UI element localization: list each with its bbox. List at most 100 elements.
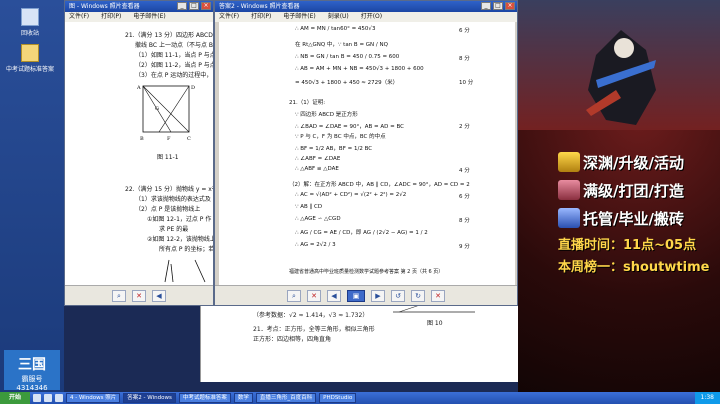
previous-icon[interactable]: ◀ [152, 289, 166, 302]
next-icon[interactable]: ▶ [371, 289, 385, 302]
live-time-text: 直播时间：11点~05点 [558, 238, 697, 253]
promo-line-text: 托管/毕业/搬砖 [583, 209, 684, 228]
desktop-icon-label: 回收站 [20, 30, 39, 37]
question-21-note: 21．考点：正方形，全等三角形，相似三角形 [253, 326, 375, 333]
answer-line: （2）解：在正方形 ABCD 中，AB ∥ CD，∠ADC = 90°，AD =… [289, 182, 470, 188]
airship-icon [558, 180, 580, 200]
promo-lines: 深渊/升级/活动 满级/打团/打造 托管/毕业/搬砖 [558, 148, 720, 232]
close-icon[interactable]: × [505, 2, 515, 10]
window-title: 图 - Windows 照片查看器 [69, 3, 140, 10]
answer-line: ∴ AM = MN / tan60° = 450√3 [295, 26, 376, 32]
maximize-icon[interactable]: □ [189, 2, 199, 10]
logo-title: 三国 [18, 357, 46, 373]
promo-line-text: 深渊/升级/活动 [583, 153, 684, 172]
menu-print[interactable]: 打印(P) [101, 13, 121, 20]
character-artwork [586, 30, 656, 125]
answer-line: ∵ 四边形 ABCD 是正方形 [295, 112, 358, 118]
page-footer: 福建省普通高中毕业班质量检测数学试题参考答案 第 2 页（共 6 页） [289, 269, 444, 275]
answer-line: ∴ △ABF ≌ △DAE [295, 166, 339, 172]
delete-icon[interactable]: ✕ [307, 289, 321, 302]
background-document: （参考数据：√2 ≈ 1.414，√3 ≈ 1.732） 21．考点：正方形，全… [200, 300, 518, 382]
answer-line: 21.（1）证明: [289, 100, 326, 106]
taskbar-item[interactable]: 4 - Windows 照片 [66, 393, 121, 403]
taskbar-item[interactable]: PHDStudio [319, 393, 357, 403]
photo-viewer-window-right[interactable]: 答案2 - Windows 照片查看器 _ □ × 文件(F) 打印(P) 电子… [214, 0, 518, 306]
promo-line: 深渊/升级/活动 [558, 148, 720, 176]
menu-open[interactable]: 打开(O) [361, 13, 382, 20]
point-label-g: G [155, 106, 159, 112]
delete-icon[interactable]: ✕ [431, 289, 445, 302]
figure-12-drawing [164, 259, 206, 283]
answer-line: = 450√3 + 1800 + 450 ≈ 2729（米） [295, 80, 399, 86]
answer-score: 9 分 [459, 244, 470, 250]
start-button[interactable]: 开始 [0, 392, 30, 404]
answer-score: 8 分 [459, 56, 470, 62]
taskbar: 开始 4 - Windows 照片 答案2 - Windows 中考试题标准答案… [0, 392, 720, 404]
desktop-icon-recycle-bin[interactable]: 回收站 [6, 8, 54, 37]
q21-line: 21.（满分 13 分）四边形 ABCD 是正 [125, 32, 213, 39]
maximize-icon[interactable]: □ [493, 2, 503, 10]
reference-data-line: （参考数据：√2 ≈ 1.414，√3 ≈ 1.732） [253, 312, 369, 319]
minimize-icon[interactable]: _ [481, 2, 491, 10]
menu-email[interactable]: 电子邮件(E) [133, 13, 165, 20]
promo-line-text: 满级/打团/打造 [583, 181, 684, 200]
delete-icon[interactable]: ✕ [132, 289, 146, 302]
previous-icon[interactable]: ◀ [327, 289, 341, 302]
taskbar-item[interactable]: 中考试题标准答案 [178, 393, 231, 403]
taskbar-item-active[interactable]: 答案2 - Windows [123, 393, 176, 403]
q22-line: （1）求该抛物线的表达式及 [135, 196, 211, 203]
answer-score: 10 分 [459, 80, 474, 86]
taskbar-item[interactable]: 数学 [233, 393, 253, 403]
window-title: 答案2 - Windows 照片查看器 [219, 3, 300, 10]
close-icon[interactable]: × [201, 2, 211, 10]
point-label-d: D [191, 85, 195, 91]
desktop-icon[interactable] [44, 394, 52, 402]
q21-line: （1）如图 11-1，当点 P 与点 [135, 52, 213, 59]
logo-number: 4314346 [16, 384, 48, 392]
slideshow-icon[interactable]: ▣ [347, 289, 365, 302]
weekly-top-text: 本周榜一：shoutwtime [558, 260, 710, 275]
answer-line: ∴ ∠ABF = ∠DAE [295, 156, 341, 162]
system-tray-clock[interactable]: 1:38 [694, 392, 720, 404]
answer-line: ∴ AB = AM + MN + NB = 450√3 + 1800 + 600 [295, 66, 424, 72]
answer-line: ∵ AB ∥ CD [295, 204, 323, 210]
answer-score: 6 分 [459, 28, 470, 34]
media-icon[interactable] [55, 394, 63, 402]
figure-label: 图 10 [427, 320, 443, 327]
answer-score: 2 分 [459, 124, 470, 130]
menu-print[interactable]: 打印(P) [251, 13, 271, 20]
answer-line: ∴ AG = 2√2 / 3 [295, 242, 336, 248]
promo-line: 托管/毕业/搬砖 [558, 204, 720, 232]
menu-email[interactable]: 电子邮件(E) [283, 13, 315, 20]
taskbar-item[interactable]: 直播三角形_百度百科 [255, 393, 317, 403]
menu-bar: 文件(F) 打印(P) 电子邮件(E) 刻录(U) 打开(O) [215, 12, 517, 22]
logo-subtitle: 霸服号 [21, 375, 43, 383]
zoom-icon[interactable]: ⌕ [287, 289, 301, 302]
q22-line: ①如图 12-1，过点 P 作 [147, 216, 212, 223]
window-titlebar[interactable]: 图 - Windows 照片查看器 _ □ × [65, 1, 213, 12]
q22-line: （2）点 P 是该抛物线上 [135, 206, 201, 213]
folder-icon [21, 44, 39, 62]
desktop-area: 回收站 中考试题标准答案 三国 霸服号 4314346 [0, 0, 64, 392]
menu-file[interactable]: 文件(F) [69, 13, 89, 20]
zoom-icon[interactable]: ⌕ [112, 289, 126, 302]
rotate-left-icon[interactable]: ↺ [391, 289, 405, 302]
image-pane: 21.（满分 13 分）四边形 ABCD 是正 撤线 BC 上一动点（不与点 B… [65, 22, 213, 285]
desktop-icon-answers-folder[interactable]: 中考试题标准答案 [6, 44, 54, 73]
viewer-toolbar: ⌕ ✕ ◀ [65, 285, 213, 305]
rotate-right-icon[interactable]: ↻ [411, 289, 425, 302]
photo-viewer-window-left[interactable]: 图 - Windows 照片查看器 _ □ × 文件(F) 打印(P) 电子邮件… [64, 0, 214, 306]
recycle-bin-icon [21, 8, 39, 26]
answer-line: ∴ NB = GN / tan B = 450 / 0.75 = 600 [295, 54, 400, 60]
window-titlebar[interactable]: 答案2 - Windows 照片查看器 _ □ × [215, 1, 517, 12]
menu-burn[interactable]: 刻录(U) [328, 13, 349, 20]
answer-line: 在 Rt△GNQ 中，∵ tan B = GN / NQ [295, 42, 388, 48]
menu-file[interactable]: 文件(F) [219, 13, 239, 20]
figure-11-1-drawing: A D G B F C [137, 85, 195, 142]
sanguo-logo: 三国 霸服号 4314346 [4, 350, 60, 392]
minimize-icon[interactable]: _ [177, 2, 187, 10]
ie-icon[interactable] [33, 394, 41, 402]
question-21-note-2: 正方形：四边相等，四角直角 [253, 336, 332, 343]
gold-bar-icon [558, 152, 580, 172]
answer-line: ∴ AG / CG = AE / CD，即 AG / (2√2 − AG) = … [295, 230, 428, 236]
